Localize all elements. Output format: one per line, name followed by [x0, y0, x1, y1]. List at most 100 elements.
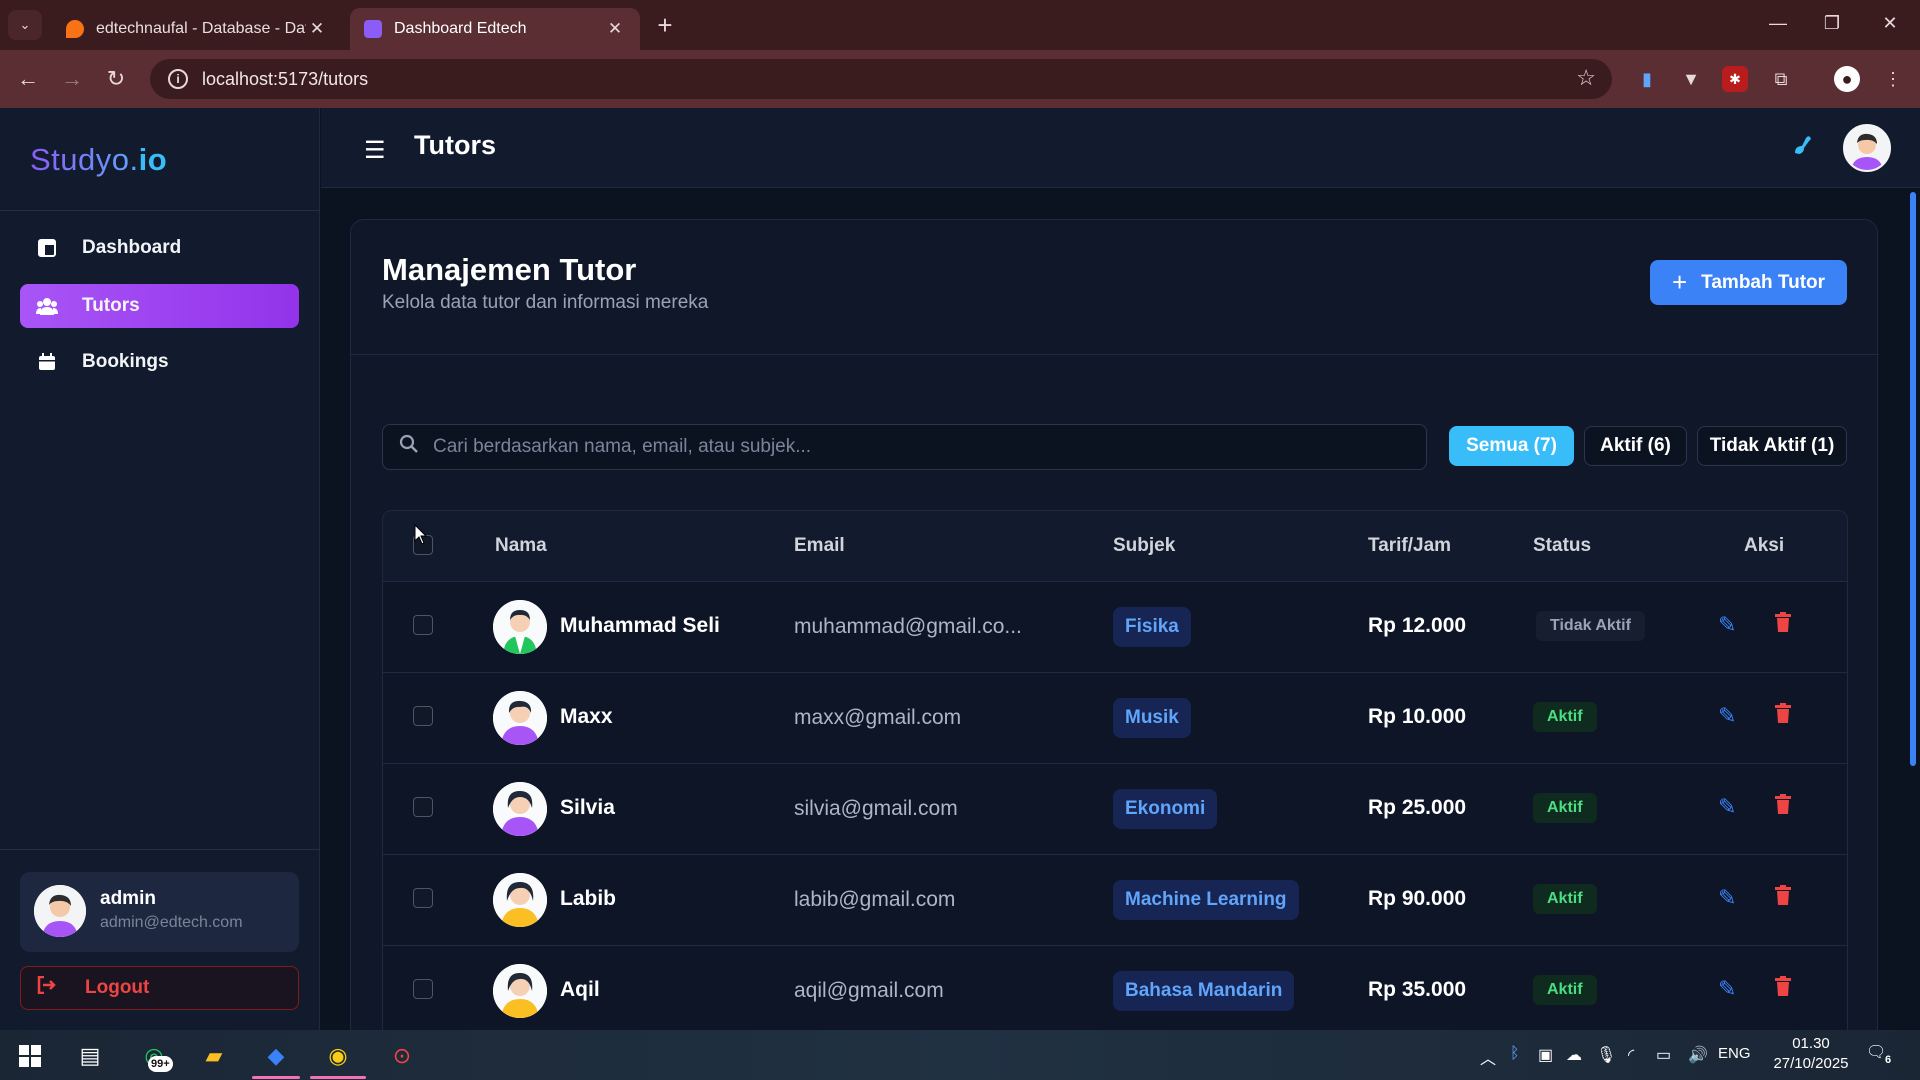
filter-active-button[interactable]: Aktif (6) [1584, 426, 1687, 466]
restore-icon[interactable]: ❐ [1812, 8, 1852, 38]
user-card[interactable]: admin admin@edtech.com [20, 872, 299, 952]
row-checkbox[interactable] [413, 797, 433, 817]
table-row[interactable]: Aqil aqil@gmail.com Bahasa Mandarin Rp 3… [383, 945, 1847, 1036]
avatar [493, 691, 547, 745]
file-explorer-icon[interactable]: ▰ [196, 1038, 232, 1074]
edit-icon[interactable]: ✎ [1718, 703, 1736, 729]
new-tab-icon[interactable]: + [650, 10, 680, 40]
browser-toolbar: ← → ↻ i localhost:5173/tutors ☆ ▮ ▼ ✱ ⧉ … [0, 50, 1920, 108]
filter-all-button[interactable]: Semua (7) [1449, 426, 1574, 466]
logo[interactable]: Studyo.io [30, 142, 167, 178]
extension-vee-icon[interactable]: ▼ [1678, 66, 1704, 92]
tab-search-button[interactable]: ⌄ [8, 10, 42, 40]
edit-icon[interactable]: ✎ [1718, 794, 1736, 820]
sidebar-item-dashboard[interactable]: Dashboard [20, 226, 299, 270]
minimize-icon[interactable]: — [1758, 8, 1798, 38]
close-window-icon[interactable]: ✕ [1870, 8, 1910, 38]
search-input[interactable] [433, 436, 1393, 458]
microphone-icon[interactable]: 🎙 [1596, 1045, 1616, 1065]
table-row[interactable]: Muhammad Seli muhammad@gmail.co... Fisik… [383, 581, 1847, 672]
profile-icon[interactable]: ● [1834, 66, 1860, 92]
tutor-rate: Rp 25.000 [1368, 796, 1467, 819]
column-header-name[interactable]: Nama [495, 535, 547, 557]
subject-badge: Bahasa Mandarin [1113, 971, 1295, 1011]
vscode-icon[interactable]: ◆ [258, 1038, 294, 1074]
delete-icon[interactable] [1775, 612, 1791, 638]
site-info-icon[interactable]: i [168, 69, 188, 89]
sidebar-item-label: Dashboard [82, 237, 182, 258]
sidebar-item-bookings[interactable]: Bookings [20, 340, 299, 384]
forward-icon[interactable]: → [56, 63, 88, 95]
sidebar-item-label: Tutors [82, 295, 140, 316]
column-header-email[interactable]: Email [794, 535, 845, 557]
delete-icon[interactable] [1775, 976, 1791, 1002]
filter-inactive-button[interactable]: Tidak Aktif (1) [1697, 426, 1847, 466]
task-view-icon[interactable]: ▤ [72, 1038, 108, 1074]
delete-icon[interactable] [1775, 885, 1791, 911]
windows-start-icon[interactable] [12, 1038, 48, 1074]
table-row[interactable]: Silvia silvia@gmail.com Ekonomi Rp 25.00… [383, 763, 1847, 854]
table-row[interactable]: Maxx maxx@gmail.com Musik Rp 10.000 Akti… [383, 672, 1847, 763]
wifi-icon[interactable]: ◜ [1628, 1045, 1634, 1065]
page-scrollbar[interactable] [1910, 192, 1916, 766]
theme-toggle-icon[interactable] [1793, 134, 1815, 163]
tab-dashboard[interactable]: Dashboard Edtech ✕ [350, 8, 640, 50]
notification-badge: 99+ [148, 1056, 173, 1072]
extension-doc-icon[interactable]: ▮ [1634, 66, 1660, 92]
calendar-icon [36, 353, 58, 371]
row-checkbox[interactable] [413, 615, 433, 635]
tutor-email: silvia@gmail.com [794, 797, 958, 820]
battery-icon[interactable]: ▭ [1656, 1045, 1671, 1065]
meet-now-icon[interactable]: ▣ [1538, 1045, 1553, 1065]
column-header-rate[interactable]: Tarif/Jam [1368, 535, 1451, 557]
extension-red-icon[interactable]: ✱ [1722, 66, 1748, 92]
close-tab-icon[interactable]: ✕ [604, 19, 626, 39]
app: Studyo.io Dashboard Tutors Bookings admi… [0, 108, 1920, 1050]
profile-avatar[interactable] [1843, 124, 1891, 172]
windows-taskbar: ▤ ◎ 99+ ▰ ◆ ◉ ⊙ ︿ ᛒ ▣ ☁ 🎙 ◜ ▭ 🔊 ENG 01.3… [0, 1030, 1920, 1080]
extensions-puzzle-icon[interactable]: ⧉ [1768, 66, 1794, 92]
firebase-favicon-icon [66, 20, 84, 38]
recording-app-icon[interactable]: ⊙ [384, 1038, 420, 1074]
column-header-actions: Aksi [1744, 535, 1785, 556]
sidebar: Studyo.io Dashboard Tutors Bookings admi… [0, 108, 320, 1030]
edit-icon[interactable]: ✎ [1718, 976, 1736, 1002]
edit-icon[interactable]: ✎ [1718, 885, 1736, 911]
reload-icon[interactable]: ↻ [100, 63, 132, 95]
users-icon [36, 297, 58, 315]
bluetooth-icon[interactable]: ᛒ [1510, 1045, 1520, 1063]
status-badge: Aktif [1533, 975, 1597, 1005]
volume-icon[interactable]: 🔊 [1688, 1045, 1708, 1065]
onedrive-icon[interactable]: ☁ [1566, 1045, 1582, 1065]
tab-database[interactable]: edtechnaufal - Database - Data ✕ [52, 8, 342, 50]
notification-center-icon[interactable]: 🗨 [1866, 1042, 1886, 1062]
logout-button[interactable]: Logout [20, 966, 299, 1010]
delete-icon[interactable] [1775, 703, 1791, 729]
sidebar-item-label: Bookings [82, 351, 169, 372]
app-favicon-icon [364, 20, 382, 38]
back-icon[interactable]: ← [12, 63, 44, 95]
tutors-table: Nama Email Subjek Tarif/Jam Status Aksi … [382, 510, 1848, 1050]
bookmark-star-icon[interactable]: ☆ [1576, 65, 1596, 91]
column-header-subject[interactable]: Subjek [1113, 535, 1175, 557]
delete-icon[interactable] [1775, 794, 1791, 820]
system-clock[interactable]: 01.30 27/10/2025 [1766, 1034, 1856, 1074]
row-checkbox[interactable] [413, 979, 433, 999]
search-box [382, 424, 1427, 470]
add-tutor-button[interactable]: + Tambah Tutor [1650, 260, 1847, 305]
hamburger-menu-icon[interactable]: ☰ [364, 136, 386, 165]
address-bar[interactable]: i localhost:5173/tutors ☆ [150, 59, 1612, 99]
column-header-status[interactable]: Status [1533, 535, 1591, 557]
chrome-icon[interactable]: ◉ [320, 1038, 356, 1074]
edit-icon[interactable]: ✎ [1718, 612, 1736, 638]
tutor-email: maxx@gmail.com [794, 706, 962, 729]
menu-dots-icon[interactable]: ⋮ [1880, 66, 1906, 92]
show-hidden-icons-icon[interactable]: ︿ [1480, 1045, 1496, 1069]
sidebar-item-tutors[interactable]: Tutors [20, 284, 299, 328]
close-tab-icon[interactable]: ✕ [306, 19, 328, 39]
language-indicator[interactable]: ENG [1718, 1045, 1751, 1062]
search-icon [399, 434, 419, 460]
table-row[interactable]: Labib labib@gmail.com Machine Learning R… [383, 854, 1847, 945]
row-checkbox[interactable] [413, 706, 433, 726]
row-checkbox[interactable] [413, 888, 433, 908]
